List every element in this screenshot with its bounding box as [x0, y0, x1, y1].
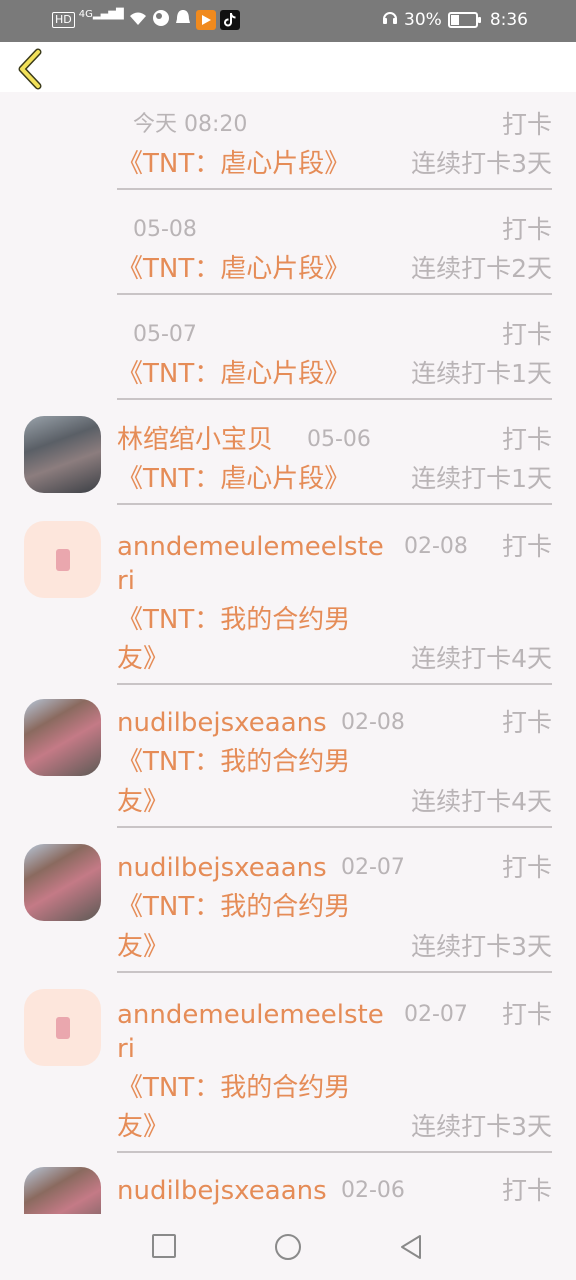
chevron-left-icon	[18, 48, 42, 90]
list-item[interactable]: nudilbejsxeaans 02-07 打卡 《TNT：我的合约男 友》 连…	[0, 835, 576, 980]
wifi-icon	[128, 9, 148, 31]
streak-text: 连续打卡1天	[411, 359, 552, 388]
avatar[interactable]	[24, 416, 101, 493]
streak-text: 连续打卡3天	[411, 149, 552, 178]
book-title-line1[interactable]: 《TNT：我的合约男	[117, 602, 350, 638]
item-time: 02-08	[341, 710, 405, 735]
avatar-figure	[55, 1016, 70, 1039]
avatar[interactable]	[24, 989, 101, 1066]
user-name-line1[interactable]: anndemeulemeelste	[117, 998, 384, 1032]
list-item[interactable]: 05-08 打卡 《TNT：虐心片段》 连续打卡2天	[0, 197, 576, 303]
list-item[interactable]: nudilbejsxeaans 02-06 打卡	[0, 1158, 576, 1214]
list-item[interactable]: anndemeulemeelste ri 02-08 打卡 《TNT：我的合约男…	[0, 512, 576, 692]
checkin-action[interactable]: 打卡	[502, 530, 552, 564]
book-title-line1[interactable]: 《TNT：我的合约男	[117, 744, 350, 780]
notification-icon	[174, 9, 192, 31]
user-name-line1[interactable]: anndemeulemeelste	[117, 530, 384, 564]
user-name[interactable]: nudilbejsxeaans	[117, 706, 327, 740]
checkin-action[interactable]: 打卡	[502, 318, 552, 352]
book-title[interactable]: 《TNT：虐心片段》	[117, 461, 350, 497]
checkin-action[interactable]: 打卡	[502, 998, 552, 1032]
checkin-action[interactable]: 打卡	[502, 851, 552, 885]
user-name[interactable]: nudilbejsxeaans	[117, 1174, 327, 1208]
circle-icon[interactable]	[275, 1234, 301, 1260]
book-title[interactable]: 《TNT：虐心片段》	[117, 251, 350, 287]
headphones-icon	[382, 9, 398, 31]
signal-4g-icon: 4G▂▄▆█	[78, 9, 124, 20]
item-content: nudilbejsxeaans 02-08 打卡 《TNT：我的合约男 友》 连…	[117, 706, 552, 828]
checkin-action[interactable]: 打卡	[502, 108, 552, 142]
checkin-list: 今天 08:20 打卡 《TNT：虐心片段》 连续打卡3天 05-08 打卡 《…	[0, 92, 576, 1214]
item-content: anndemeulemeelste ri 02-08 打卡 《TNT：我的合约男…	[117, 530, 552, 685]
item-time: 02-06	[341, 1178, 405, 1203]
user-name-line2[interactable]: ri	[117, 564, 135, 598]
hd-icon: HD	[52, 12, 75, 28]
item-time: 02-07	[341, 855, 405, 880]
clock: 8:36	[489, 10, 528, 30]
streak-text: 连续打卡4天	[411, 644, 552, 673]
status-bar-right: 30% 8:36	[382, 9, 528, 31]
item-content: 05-08 打卡 《TNT：虐心片段》 连续打卡2天	[117, 211, 552, 295]
list-item[interactable]: 今天 08:20 打卡 《TNT：虐心片段》 连续打卡3天	[0, 92, 576, 198]
checkin-action[interactable]: 打卡	[502, 213, 552, 247]
book-title-line2[interactable]: 友》	[117, 1109, 169, 1145]
streak-text: 连续打卡1天	[411, 464, 552, 493]
checkin-action[interactable]: 打卡	[502, 423, 552, 457]
list-item[interactable]: 05-07 打卡 《TNT：虐心片段》 连续打卡1天	[0, 302, 576, 408]
book-title-line2[interactable]: 友》	[117, 641, 169, 677]
streak-text: 连续打卡2天	[411, 254, 552, 283]
item-time: 02-08	[404, 534, 468, 559]
book-title-line2[interactable]: 友》	[117, 784, 169, 820]
avatar[interactable]	[24, 1167, 101, 1214]
checkin-action[interactable]: 打卡	[502, 1174, 552, 1208]
item-content: 林绾绾小宝贝 05-06 打卡 《TNT：虐心片段》 连续打卡1天	[117, 421, 552, 505]
triangle-back-icon[interactable]	[398, 1234, 424, 1260]
book-title-line1[interactable]: 《TNT：我的合约男	[117, 1070, 350, 1106]
square-icon[interactable]	[152, 1234, 176, 1258]
list-item[interactable]: nudilbejsxeaans 02-08 打卡 《TNT：我的合约男 友》 连…	[0, 690, 576, 835]
item-time: 02-07	[404, 1002, 468, 1027]
app-header	[0, 42, 576, 92]
avatar-figure	[55, 548, 70, 571]
checkin-action[interactable]: 打卡	[502, 706, 552, 740]
item-content: anndemeulemeelste ri 02-07 打卡 《TNT：我的合约男…	[117, 998, 552, 1153]
item-time: 05-06	[307, 427, 371, 452]
book-title[interactable]: 《TNT：虐心片段》	[117, 356, 350, 392]
status-bar-left: HD 4G▂▄▆█	[52, 9, 240, 31]
item-content: 今天 08:20 打卡 《TNT：虐心片段》 连续打卡3天	[117, 106, 552, 190]
user-name[interactable]: nudilbejsxeaans	[117, 851, 327, 885]
streak-text: 连续打卡3天	[411, 932, 552, 961]
item-time: 05-08	[133, 217, 197, 242]
list-item[interactable]: anndemeulemeelste ri 02-07 打卡 《TNT：我的合约男…	[0, 980, 576, 1160]
book-title[interactable]: 《TNT：虐心片段》	[117, 146, 350, 182]
battery-percent: 30%	[404, 10, 442, 30]
back-button[interactable]	[12, 46, 52, 90]
app-icon	[195, 10, 216, 30]
item-time: 今天 08:20	[133, 112, 248, 137]
avatar[interactable]	[24, 699, 101, 776]
streak-text: 连续打卡3天	[411, 1112, 552, 1141]
user-name-line2[interactable]: ri	[117, 1032, 135, 1066]
system-nav-bar	[0, 1214, 576, 1280]
item-content: 05-07 打卡 《TNT：虐心片段》 连续打卡1天	[117, 316, 552, 400]
item-content: nudilbejsxeaans 02-06 打卡	[117, 1174, 552, 1214]
item-time: 05-07	[133, 322, 197, 347]
avatar[interactable]	[24, 844, 101, 921]
globe-icon	[152, 9, 170, 31]
status-bar: HD 4G▂▄▆█ 30% 8:36	[0, 0, 576, 42]
book-title-line1[interactable]: 《TNT：我的合约男	[117, 889, 350, 925]
list-item[interactable]: 林绾绾小宝贝 05-06 打卡 《TNT：虐心片段》 连续打卡1天	[0, 407, 576, 513]
battery-icon	[447, 12, 481, 28]
book-title-line2[interactable]: 友》	[117, 929, 169, 965]
tiktok-icon	[219, 10, 240, 30]
item-content: nudilbejsxeaans 02-07 打卡 《TNT：我的合约男 友》 连…	[117, 851, 552, 973]
user-name[interactable]: 林绾绾小宝贝	[117, 423, 273, 457]
streak-text: 连续打卡4天	[411, 787, 552, 816]
avatar[interactable]	[24, 521, 101, 598]
